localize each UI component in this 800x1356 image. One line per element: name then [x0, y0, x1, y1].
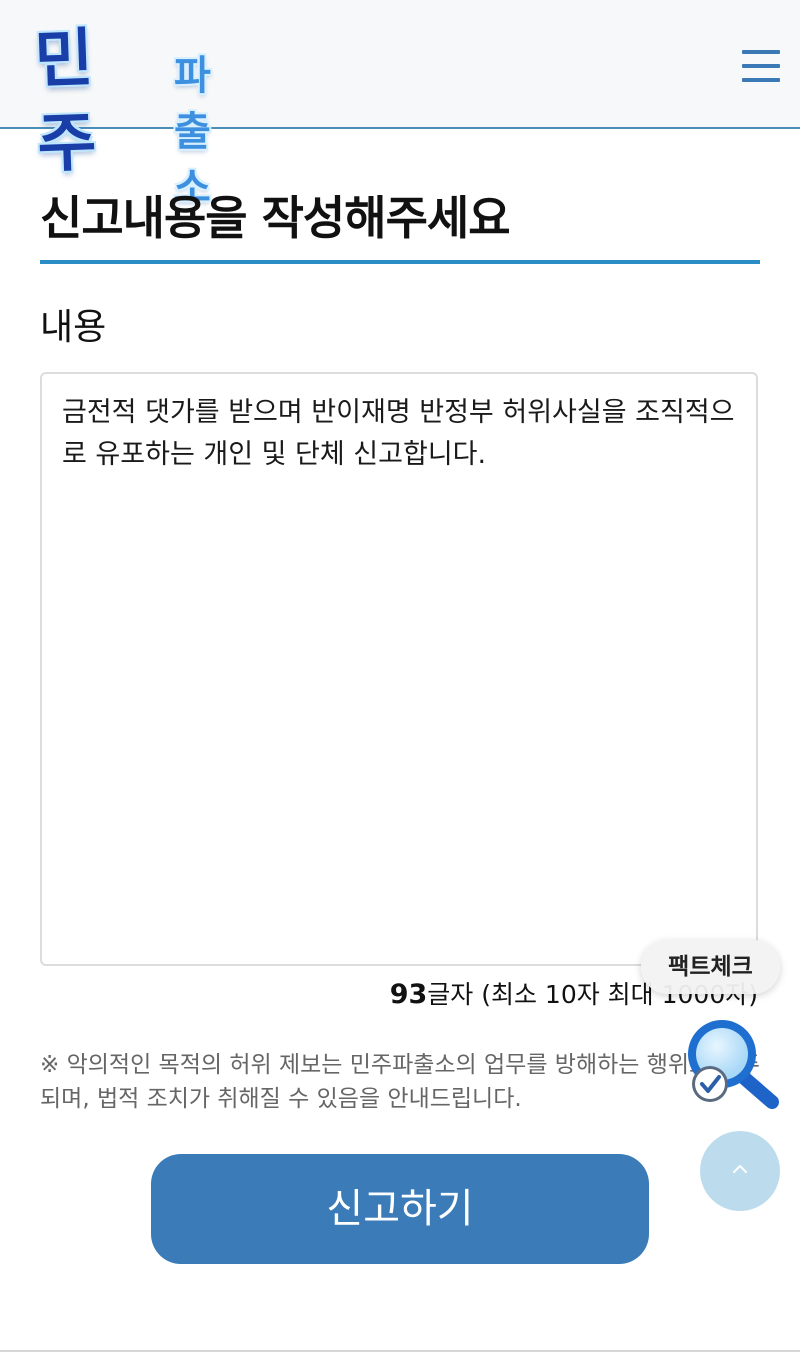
content-textarea[interactable]: 금전적 댓가를 받으며 반이재명 반정부 허위사실을 조직적으로 유포하는 개인… [40, 372, 758, 966]
content-label: 내용 [40, 307, 107, 348]
chevron-up-icon [733, 1165, 747, 1173]
warning-notice: ※ 악의적인 목적의 허위 제보는 민주파출소의 업무를 방해하는 행위로 간주… [40, 1052, 760, 1112]
char-count-value: 93 [389, 979, 428, 1010]
bottom-divider [0, 1350, 800, 1352]
hamburger-menu-icon[interactable] [742, 50, 782, 84]
site-header: 민주 파출소 [0, 0, 800, 211]
magnifier-check-icon[interactable] [680, 1014, 780, 1114]
submit-report-button[interactable]: 신고하기 [151, 1154, 649, 1264]
page-title: 신고내용을 작성해주세요 [40, 191, 511, 245]
scroll-top-button[interactable] [700, 1131, 780, 1211]
title-divider [40, 260, 760, 264]
factcheck-button[interactable]: 팩트체크 [641, 940, 780, 994]
logo-main-text: 민주 [33, 22, 94, 182]
